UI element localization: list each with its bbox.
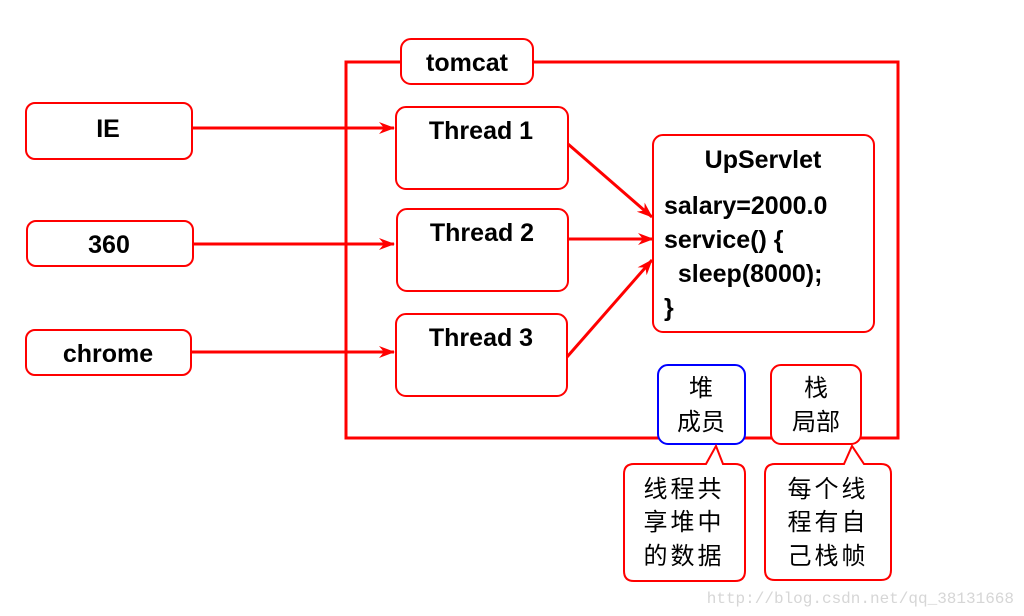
client-chrome: chrome xyxy=(25,329,192,376)
callout-text: 己栈帧 xyxy=(788,542,869,570)
diagram-canvas: tomcat IE 360 chrome Thread 1 Thread 2 T… xyxy=(25,38,1014,608)
servlet-title: UpServlet xyxy=(705,146,822,174)
watermark: http://blog.csdn.net/qq_38131668 xyxy=(707,590,1014,608)
arrow-thread1-servlet xyxy=(567,142,653,219)
callout-text: 每个线 xyxy=(788,475,869,503)
stack-box: 栈 局部 xyxy=(770,364,862,445)
thread-1: Thread 1 xyxy=(395,106,569,190)
stack-callout: 每个线 程有自 己栈帧 xyxy=(764,443,892,581)
callout-text: 享堆中 xyxy=(644,508,725,536)
stack-label: 局部 xyxy=(792,408,840,436)
servlet-code-line: } xyxy=(664,294,674,322)
arrow-thread3-servlet xyxy=(565,259,654,358)
heap-label: 成员 xyxy=(677,408,725,436)
client-label: 360 xyxy=(88,231,130,259)
callout-text: 的数据 xyxy=(644,542,725,570)
heap-label: 堆 xyxy=(689,374,713,402)
tomcat-label-box: tomcat xyxy=(400,38,534,85)
thread-label: Thread 2 xyxy=(430,219,534,247)
thread-2: Thread 2 xyxy=(396,208,569,292)
client-label: IE xyxy=(96,115,120,143)
stack-label: 栈 xyxy=(804,374,828,402)
callout-text: 程有自 xyxy=(788,508,869,536)
client-label: chrome xyxy=(63,340,153,368)
thread-label: Thread 1 xyxy=(429,117,533,145)
callout-text: 线程共 xyxy=(644,475,725,503)
servlet-code-line: service() { xyxy=(664,226,784,254)
thread-label: Thread 3 xyxy=(429,324,533,352)
client-360: 360 xyxy=(26,220,194,267)
servlet-code-line: sleep(8000); xyxy=(664,260,822,288)
thread-3: Thread 3 xyxy=(395,313,568,397)
heap-box: 堆 成员 xyxy=(657,364,746,445)
tomcat-label: tomcat xyxy=(426,49,509,77)
heap-callout: 线程共 享堆中 的数据 xyxy=(623,443,746,582)
servlet-box: UpServlet salary=2000.0 service() { slee… xyxy=(652,134,875,333)
client-ie: IE xyxy=(25,102,193,160)
servlet-code-line: salary=2000.0 xyxy=(664,192,827,220)
